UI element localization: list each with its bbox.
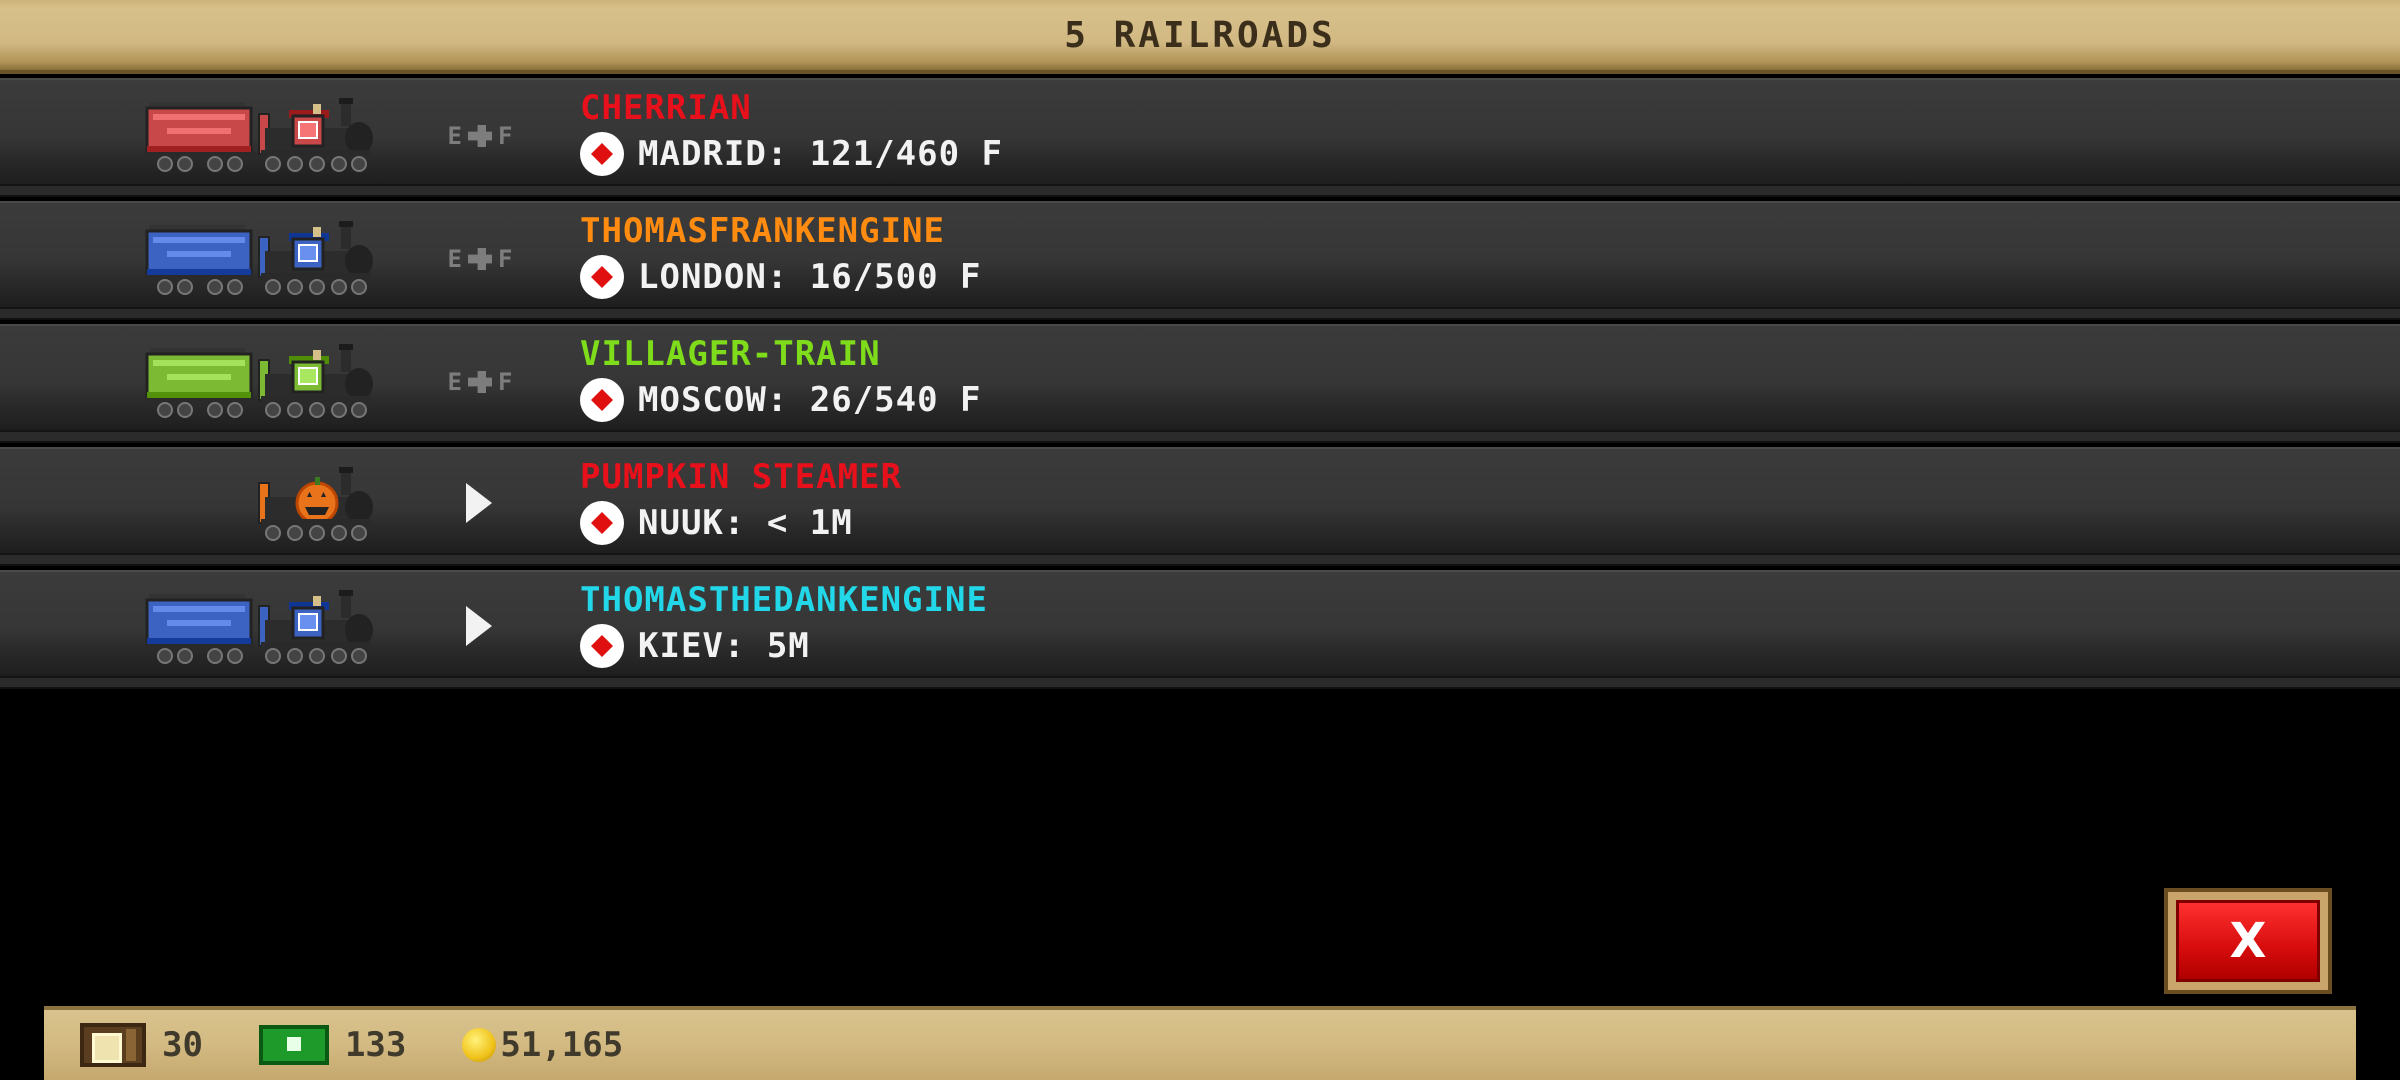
destination: LONDON: 16/500 F: [580, 255, 982, 299]
plug-icon: [468, 248, 492, 270]
railroad-name: THOMASTHEDANKENGINE: [580, 580, 988, 620]
location-pin-icon: [580, 132, 624, 176]
header-bar: 5 RAILROADS: [0, 0, 2400, 74]
play-icon[interactable]: [466, 606, 492, 646]
railroad-row[interactable]: E F VILLAGER-TRAIN MOSCOW: 26/540 F: [0, 324, 2400, 443]
crate-icon: [80, 1023, 146, 1067]
location-pin-icon: [580, 624, 624, 668]
railroad-name: VILLAGER-TRAIN: [580, 334, 881, 374]
location-pin-icon: [580, 501, 624, 545]
coins-resource: 51,165: [462, 1025, 623, 1065]
cash-resource: 133: [258, 1025, 407, 1065]
page-title: 5 RAILROADS: [1064, 14, 1336, 56]
destination-text: MADRID: 121/460 F: [638, 134, 1003, 174]
crates-count: 30: [162, 1025, 203, 1065]
plug-icon: [468, 371, 492, 393]
plug-icon: [468, 125, 492, 147]
railroad-row[interactable]: E F THOMASFRANKENGINE LONDON: 16/500 F: [0, 201, 2400, 320]
destination: NUUK: < 1M: [580, 501, 853, 545]
fuel-gauge-icon[interactable]: EF: [445, 241, 515, 277]
fuel-empty-label: E: [447, 245, 462, 273]
coins-count: 51,165: [500, 1025, 624, 1065]
railroad-row[interactable]: E F CHERRIAN MADRID: 121/460 F: [0, 78, 2400, 197]
cash-count: 133: [344, 1025, 407, 1065]
destination-text: LONDON: 16/500 F: [638, 257, 982, 297]
cash-icon: [258, 1025, 329, 1065]
fuel-gauge-icon[interactable]: EF: [445, 364, 515, 400]
destination: KIEV: 5M: [580, 624, 810, 668]
resource-bar: 30 133 51,165: [44, 1006, 2356, 1080]
coin-icon: [462, 1028, 497, 1062]
close-icon: X: [2176, 900, 2320, 982]
destination: MADRID: 121/460 F: [580, 132, 1003, 176]
railroad-row[interactable]: THOMASTHEDANKENGINE KIEV: 5M: [0, 570, 2400, 689]
fuel-empty-label: E: [447, 122, 462, 150]
railroad-row[interactable]: PUMPKIN STEAMER NUUK: < 1M: [0, 447, 2400, 566]
fuel-full-label: F: [498, 245, 513, 273]
fuel-empty-label: E: [447, 368, 462, 396]
railroad-name: PUMPKIN STEAMER: [580, 457, 903, 497]
destination-text: MOSCOW: 26/540 F: [638, 380, 982, 420]
railroad-name: THOMASFRANKENGINE: [580, 211, 945, 251]
destination-text: KIEV: 5M: [638, 626, 810, 666]
location-pin-icon: [580, 378, 624, 422]
fuel-full-label: F: [498, 368, 513, 396]
crates-resource: 30: [80, 1023, 203, 1067]
railroad-name: CHERRIAN: [580, 88, 752, 128]
destination-text: NUUK: < 1M: [638, 503, 853, 543]
railroad-list: E F CHERRIAN MADRID: 121/460 F E F THOMASFRAN…: [0, 78, 2400, 693]
play-icon[interactable]: [466, 483, 492, 523]
destination: MOSCOW: 26/540 F: [580, 378, 982, 422]
close-button[interactable]: X: [2164, 888, 2332, 994]
location-pin-icon: [580, 255, 624, 299]
fuel-gauge-icon[interactable]: EF: [445, 118, 515, 154]
fuel-full-label: F: [498, 122, 513, 150]
